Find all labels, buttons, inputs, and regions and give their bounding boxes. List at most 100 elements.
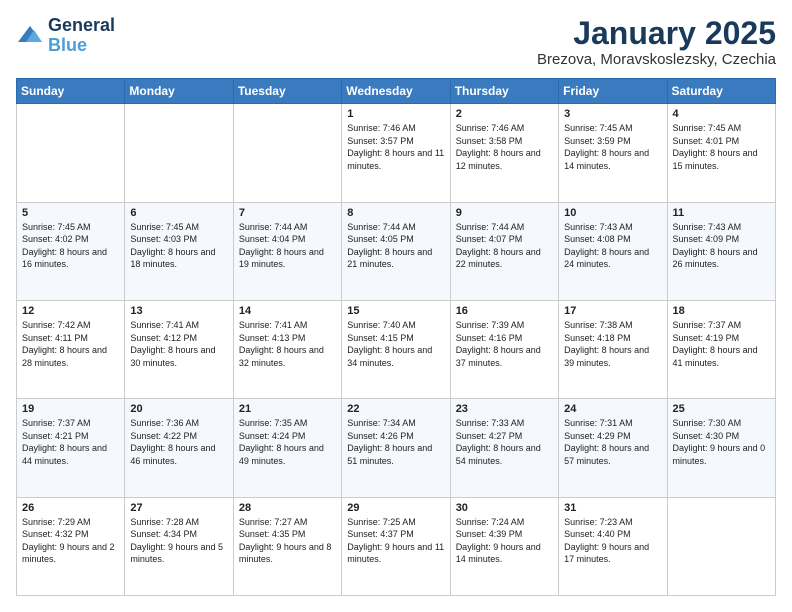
cell-content: Sunrise: 7:37 AMSunset: 4:19 PMDaylight:…	[673, 319, 770, 369]
col-tuesday: Tuesday	[233, 79, 341, 104]
table-row: 13 Sunrise: 7:41 AMSunset: 4:12 PMDaylig…	[125, 300, 233, 398]
table-row: 15 Sunrise: 7:40 AMSunset: 4:15 PMDaylig…	[342, 300, 450, 398]
day-number: 18	[673, 305, 770, 317]
table-row: 14 Sunrise: 7:41 AMSunset: 4:13 PMDaylig…	[233, 300, 341, 398]
day-number: 8	[347, 207, 444, 219]
day-number: 22	[347, 403, 444, 415]
day-number: 30	[456, 502, 553, 514]
table-row	[233, 104, 341, 202]
cell-content: Sunrise: 7:27 AMSunset: 4:35 PMDaylight:…	[239, 516, 336, 566]
table-row: 26 Sunrise: 7:29 AMSunset: 4:32 PMDaylig…	[17, 497, 125, 595]
day-number: 1	[347, 108, 444, 120]
day-number: 6	[130, 207, 227, 219]
cell-content: Sunrise: 7:46 AMSunset: 3:57 PMDaylight:…	[347, 122, 444, 172]
logo: General Blue	[16, 16, 115, 56]
table-row: 31 Sunrise: 7:23 AMSunset: 4:40 PMDaylig…	[559, 497, 667, 595]
cell-content: Sunrise: 7:43 AMSunset: 4:08 PMDaylight:…	[564, 221, 661, 271]
logo-text: General Blue	[48, 16, 115, 56]
cell-content: Sunrise: 7:35 AMSunset: 4:24 PMDaylight:…	[239, 417, 336, 467]
day-number: 20	[130, 403, 227, 415]
table-row: 7 Sunrise: 7:44 AMSunset: 4:04 PMDayligh…	[233, 202, 341, 300]
col-wednesday: Wednesday	[342, 79, 450, 104]
table-row: 10 Sunrise: 7:43 AMSunset: 4:08 PMDaylig…	[559, 202, 667, 300]
day-number: 5	[22, 207, 119, 219]
day-number: 7	[239, 207, 336, 219]
col-saturday: Saturday	[667, 79, 775, 104]
cell-content: Sunrise: 7:30 AMSunset: 4:30 PMDaylight:…	[673, 417, 770, 467]
table-row: 6 Sunrise: 7:45 AMSunset: 4:03 PMDayligh…	[125, 202, 233, 300]
table-row: 18 Sunrise: 7:37 AMSunset: 4:19 PMDaylig…	[667, 300, 775, 398]
day-number: 16	[456, 305, 553, 317]
logo-icon	[16, 22, 44, 50]
table-row: 22 Sunrise: 7:34 AMSunset: 4:26 PMDaylig…	[342, 399, 450, 497]
page: General Blue January 2025 Brezova, Morav…	[0, 0, 792, 612]
day-number: 10	[564, 207, 661, 219]
cell-content: Sunrise: 7:24 AMSunset: 4:39 PMDaylight:…	[456, 516, 553, 566]
table-row: 19 Sunrise: 7:37 AMSunset: 4:21 PMDaylig…	[17, 399, 125, 497]
cell-content: Sunrise: 7:40 AMSunset: 4:15 PMDaylight:…	[347, 319, 444, 369]
table-row: 28 Sunrise: 7:27 AMSunset: 4:35 PMDaylig…	[233, 497, 341, 595]
cell-content: Sunrise: 7:45 AMSunset: 4:03 PMDaylight:…	[130, 221, 227, 271]
table-row: 1 Sunrise: 7:46 AMSunset: 3:57 PMDayligh…	[342, 104, 450, 202]
cell-content: Sunrise: 7:44 AMSunset: 4:04 PMDaylight:…	[239, 221, 336, 271]
calendar-table: Sunday Monday Tuesday Wednesday Thursday…	[16, 78, 776, 596]
cell-content: Sunrise: 7:41 AMSunset: 4:12 PMDaylight:…	[130, 319, 227, 369]
day-number: 21	[239, 403, 336, 415]
cell-content: Sunrise: 7:45 AMSunset: 4:01 PMDaylight:…	[673, 122, 770, 172]
header: General Blue January 2025 Brezova, Morav…	[16, 16, 776, 68]
cell-content: Sunrise: 7:38 AMSunset: 4:18 PMDaylight:…	[564, 319, 661, 369]
table-row: 23 Sunrise: 7:33 AMSunset: 4:27 PMDaylig…	[450, 399, 558, 497]
table-row: 25 Sunrise: 7:30 AMSunset: 4:30 PMDaylig…	[667, 399, 775, 497]
day-number: 19	[22, 403, 119, 415]
day-number: 13	[130, 305, 227, 317]
table-row: 30 Sunrise: 7:24 AMSunset: 4:39 PMDaylig…	[450, 497, 558, 595]
day-number: 23	[456, 403, 553, 415]
table-row: 4 Sunrise: 7:45 AMSunset: 4:01 PMDayligh…	[667, 104, 775, 202]
day-number: 3	[564, 108, 661, 120]
col-friday: Friday	[559, 79, 667, 104]
cell-content: Sunrise: 7:34 AMSunset: 4:26 PMDaylight:…	[347, 417, 444, 467]
cell-content: Sunrise: 7:45 AMSunset: 4:02 PMDaylight:…	[22, 221, 119, 271]
day-number: 9	[456, 207, 553, 219]
calendar-subtitle: Brezova, Moravskoslezsky, Czechia	[537, 51, 776, 68]
cell-content: Sunrise: 7:43 AMSunset: 4:09 PMDaylight:…	[673, 221, 770, 271]
table-row: 24 Sunrise: 7:31 AMSunset: 4:29 PMDaylig…	[559, 399, 667, 497]
table-row: 11 Sunrise: 7:43 AMSunset: 4:09 PMDaylig…	[667, 202, 775, 300]
table-row: 3 Sunrise: 7:45 AMSunset: 3:59 PMDayligh…	[559, 104, 667, 202]
day-number: 11	[673, 207, 770, 219]
day-number: 29	[347, 502, 444, 514]
table-row	[667, 497, 775, 595]
cell-content: Sunrise: 7:41 AMSunset: 4:13 PMDaylight:…	[239, 319, 336, 369]
table-row: 21 Sunrise: 7:35 AMSunset: 4:24 PMDaylig…	[233, 399, 341, 497]
day-number: 27	[130, 502, 227, 514]
cell-content: Sunrise: 7:44 AMSunset: 4:07 PMDaylight:…	[456, 221, 553, 271]
cell-content: Sunrise: 7:23 AMSunset: 4:40 PMDaylight:…	[564, 516, 661, 566]
table-row: 29 Sunrise: 7:25 AMSunset: 4:37 PMDaylig…	[342, 497, 450, 595]
table-row: 20 Sunrise: 7:36 AMSunset: 4:22 PMDaylig…	[125, 399, 233, 497]
cell-content: Sunrise: 7:37 AMSunset: 4:21 PMDaylight:…	[22, 417, 119, 467]
day-number: 31	[564, 502, 661, 514]
day-number: 12	[22, 305, 119, 317]
cell-content: Sunrise: 7:44 AMSunset: 4:05 PMDaylight:…	[347, 221, 444, 271]
day-number: 17	[564, 305, 661, 317]
cell-content: Sunrise: 7:25 AMSunset: 4:37 PMDaylight:…	[347, 516, 444, 566]
col-thursday: Thursday	[450, 79, 558, 104]
calendar-header-row: Sunday Monday Tuesday Wednesday Thursday…	[17, 79, 776, 104]
day-number: 25	[673, 403, 770, 415]
table-row: 5 Sunrise: 7:45 AMSunset: 4:02 PMDayligh…	[17, 202, 125, 300]
day-number: 14	[239, 305, 336, 317]
cell-content: Sunrise: 7:45 AMSunset: 3:59 PMDaylight:…	[564, 122, 661, 172]
cell-content: Sunrise: 7:42 AMSunset: 4:11 PMDaylight:…	[22, 319, 119, 369]
cell-content: Sunrise: 7:46 AMSunset: 3:58 PMDaylight:…	[456, 122, 553, 172]
table-row: 12 Sunrise: 7:42 AMSunset: 4:11 PMDaylig…	[17, 300, 125, 398]
day-number: 2	[456, 108, 553, 120]
calendar-title: January 2025	[537, 16, 776, 51]
cell-content: Sunrise: 7:31 AMSunset: 4:29 PMDaylight:…	[564, 417, 661, 467]
day-number: 26	[22, 502, 119, 514]
table-row: 8 Sunrise: 7:44 AMSunset: 4:05 PMDayligh…	[342, 202, 450, 300]
day-number: 28	[239, 502, 336, 514]
cell-content: Sunrise: 7:36 AMSunset: 4:22 PMDaylight:…	[130, 417, 227, 467]
col-sunday: Sunday	[17, 79, 125, 104]
table-row: 2 Sunrise: 7:46 AMSunset: 3:58 PMDayligh…	[450, 104, 558, 202]
table-row	[125, 104, 233, 202]
